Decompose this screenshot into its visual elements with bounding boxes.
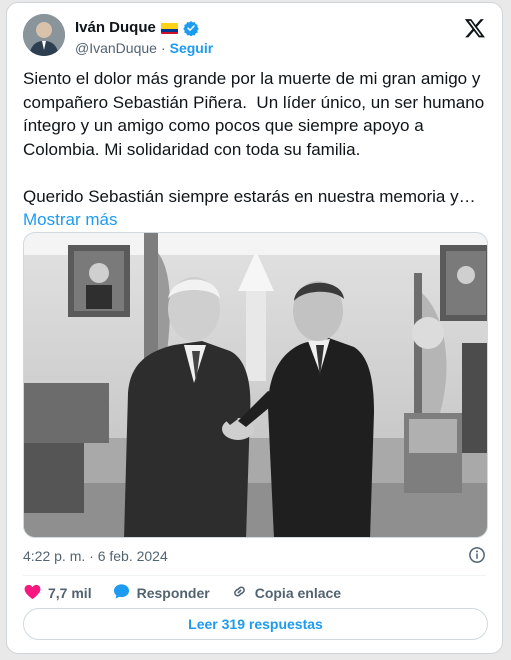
tweet-photo[interactable]	[23, 232, 488, 538]
x-logo-icon[interactable]	[464, 17, 486, 39]
author-name[interactable]: Iván Duque	[75, 19, 156, 36]
heart-icon	[23, 582, 42, 604]
speech-bubble-icon	[112, 582, 131, 604]
like-button[interactable]: 7,7 mil	[23, 582, 92, 604]
copy-link-label: Copia enlace	[254, 585, 342, 601]
show-more-link[interactable]: Mostrar más	[23, 210, 117, 229]
read-replies-label: Leer 319 respuestas	[188, 616, 323, 632]
verified-badge-icon	[183, 20, 199, 36]
author-handle[interactable]: @IvanDuque	[75, 40, 157, 56]
tweet-card: Iván Duque @IvanDuque · Seguir Siento el…	[6, 2, 503, 654]
copy-link-button[interactable]: Copia enlace	[230, 582, 341, 604]
handle-separator: ·	[160, 40, 166, 56]
read-replies-button[interactable]: Leer 319 respuestas	[23, 608, 488, 640]
tweet-text: Siento el dolor más grande por la muerte…	[23, 67, 489, 232]
link-icon	[230, 582, 249, 604]
tweet-timestamp[interactable]: 4:22 p. m. · 6 feb. 2024	[23, 548, 168, 564]
like-count: 7,7 mil	[48, 585, 92, 601]
avatar[interactable]	[23, 14, 65, 56]
reply-button[interactable]: Responder	[112, 582, 210, 604]
info-icon[interactable]	[468, 546, 486, 564]
reply-label: Responder	[136, 585, 210, 601]
tweet-body: Siento el dolor más grande por la muerte…	[23, 69, 485, 206]
follow-button[interactable]: Seguir	[170, 40, 214, 56]
divider	[23, 575, 486, 576]
colombia-flag-icon	[160, 22, 178, 34]
